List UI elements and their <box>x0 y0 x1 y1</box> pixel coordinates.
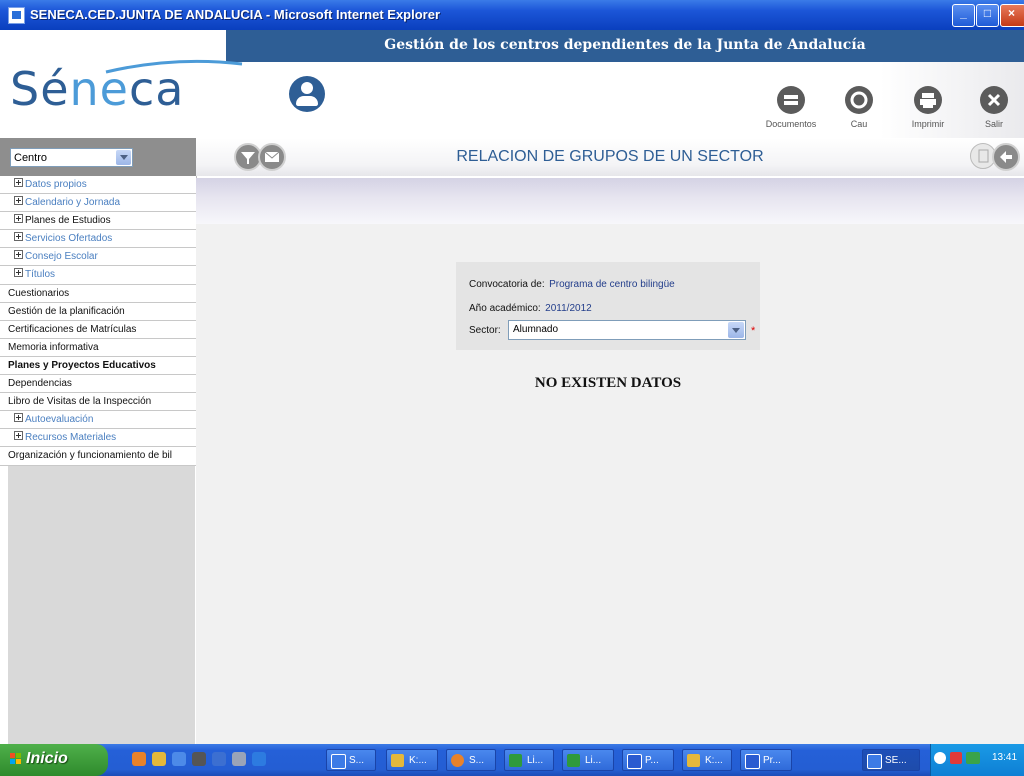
sidebar-empty-area <box>8 466 195 744</box>
taskbar-task-6[interactable]: P... <box>622 749 674 771</box>
expand-icon[interactable] <box>14 413 23 423</box>
taskbar-task-5[interactable]: Li... <box>562 749 614 771</box>
documents-label[interactable]: Documentos <box>756 119 826 129</box>
chevron-down-icon[interactable] <box>728 322 744 338</box>
expand-icon[interactable] <box>14 232 23 242</box>
quicklaunch-folder-icon[interactable] <box>152 752 166 766</box>
tray-app-icon[interactable] <box>950 752 962 764</box>
empty-message: NO EXISTEN DATOS <box>534 375 682 391</box>
content-band <box>196 178 1024 224</box>
sidebar-item-certificaciones[interactable]: Certificaciones de Matrículas <box>0 321 196 339</box>
tray-arrow-icon[interactable] <box>934 752 946 764</box>
sidebar-menu: Datos propios Calendario y Jornada Plane… <box>0 176 196 466</box>
sector-select-value: Alumnado <box>513 324 559 335</box>
expand-icon[interactable] <box>14 196 23 206</box>
sidebar-item-planificacion[interactable]: Gestión de la planificación <box>0 303 196 321</box>
close-window-button[interactable]: × <box>1000 4 1024 27</box>
tray-network-icon[interactable] <box>966 752 980 764</box>
documents-icon[interactable] <box>777 86 805 114</box>
sidebar-item-dependencias[interactable]: Dependencias <box>0 375 196 394</box>
quicklaunch-ie2-icon[interactable] <box>252 752 266 766</box>
sidebar: Datos propios Calendario y Jornada Plane… <box>0 176 197 744</box>
sidebar-item-titulos[interactable]: Títulos <box>0 266 196 285</box>
sector-select[interactable]: Alumnado <box>508 320 746 340</box>
sidebar-item-recursos[interactable]: Recursos Materiales <box>0 429 196 448</box>
header-title: Gestión de los centros dependientes de l… <box>384 37 866 53</box>
taskbar-clock: 13:41 <box>992 752 1018 763</box>
printer-icon[interactable] <box>914 86 942 114</box>
user-avatar-icon[interactable] <box>289 76 325 112</box>
maximize-button[interactable]: □ <box>976 4 999 27</box>
taskbar-task-1[interactable]: S... <box>326 749 376 771</box>
taskbar-task-7[interactable]: K:... <box>682 749 732 771</box>
expand-icon[interactable] <box>14 214 23 224</box>
quicklaunch-firefox-icon[interactable] <box>132 752 146 766</box>
taskbar-task-4[interactable]: Li... <box>504 749 554 771</box>
page-title: RELACION DE GRUPOS DE UN SECTOR <box>456 148 764 165</box>
anio-value: 2011/2012 <box>545 303 592 314</box>
chevron-down-icon[interactable] <box>116 150 131 165</box>
logo-swoosh-icon <box>105 59 243 74</box>
sidebar-item-cuestionarios[interactable]: Cuestionarios <box>0 285 196 303</box>
sidebar-item-libro-visitas[interactable]: Libro de Visitas de la Inspección <box>0 393 196 412</box>
taskbar-task-9[interactable]: SE... <box>862 749 920 771</box>
sidebar-item-datos-propios[interactable]: Datos propios <box>0 176 196 195</box>
taskbar-task-8[interactable]: Pr... <box>740 749 792 771</box>
convocatoria-value: Programa de centro bilingüe <box>549 279 675 290</box>
required-marker: * <box>751 325 756 337</box>
start-label[interactable]: Inicio <box>26 750 68 768</box>
sidebar-item-servicios[interactable]: Servicios Ofertados <box>0 230 196 249</box>
browser-window-icon <box>8 7 25 24</box>
taskbar-task-2[interactable]: K:... <box>386 749 438 771</box>
sidebar-item-planes-proyectos[interactable]: Planes y Proyectos Educativos <box>0 357 196 376</box>
sidebar-item-memoria[interactable]: Memoria informativa <box>0 339 196 357</box>
anio-row: Año académico: 2011/2012 <box>469 298 592 316</box>
back-arrow-icon[interactable] <box>992 143 1020 171</box>
convocatoria-row: Convocatoria de: Programa de centro bili… <box>469 274 675 292</box>
anio-label: Año académico: <box>469 303 541 314</box>
window-title: SENECA.CED.JUNTA DE ANDALUCIA - Microsof… <box>30 7 441 22</box>
sidebar-item-autoevaluacion[interactable]: Autoevaluación <box>0 411 196 430</box>
expand-icon[interactable] <box>14 268 23 278</box>
logout-label[interactable]: Salir <box>976 119 1012 129</box>
cau-label[interactable]: Cau <box>839 119 879 129</box>
sidebar-item-planes-estudios[interactable]: Planes de Estudios <box>0 212 196 231</box>
user-info-area <box>337 70 583 142</box>
minimize-button[interactable]: _ <box>952 4 975 27</box>
convocatoria-label: Convocatoria de: <box>469 279 545 290</box>
quicklaunch-ie-icon[interactable] <box>172 752 186 766</box>
help-icon[interactable] <box>845 86 873 114</box>
print-label[interactable]: Imprimir <box>900 119 956 129</box>
sector-label: Sector: <box>469 325 501 336</box>
quicklaunch-media-icon[interactable] <box>212 752 226 766</box>
windows-flag-icon <box>10 753 21 764</box>
quicklaunch-terminal-icon[interactable] <box>192 752 206 766</box>
expand-icon[interactable] <box>14 431 23 441</box>
taskbar-task-3[interactable]: S... <box>446 749 496 771</box>
expand-icon[interactable] <box>14 250 23 260</box>
logout-icon[interactable] <box>980 86 1008 114</box>
sidebar-item-calendario[interactable]: Calendario y Jornada <box>0 194 196 213</box>
window-title-bar[interactable]: SENECA.CED.JUNTA DE ANDALUCIA - Microsof… <box>0 0 1024 30</box>
expand-icon[interactable] <box>14 178 23 187</box>
quicklaunch-network-icon[interactable] <box>232 752 246 766</box>
profile-select[interactable]: Centro <box>10 148 133 167</box>
profile-select-value: Centro <box>14 152 48 164</box>
sidebar-item-consejo[interactable]: Consejo Escolar <box>0 248 196 267</box>
sidebar-item-organizacion[interactable]: Organización y funcionamiento de bil <box>0 447 196 466</box>
